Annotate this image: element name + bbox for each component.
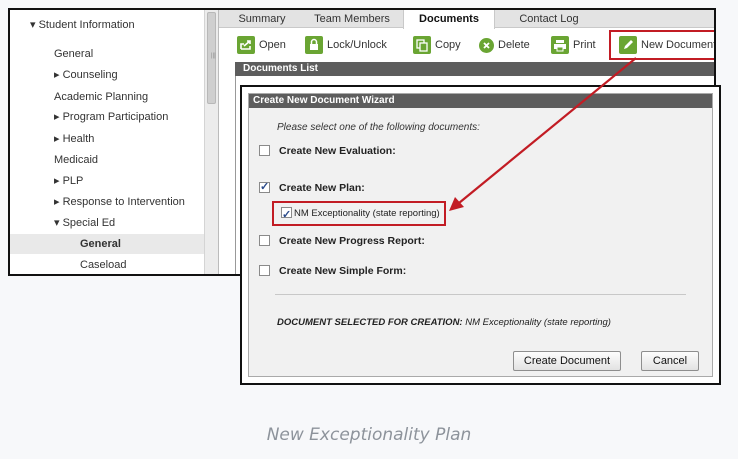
arrow-head	[449, 197, 464, 211]
arrow-line	[458, 57, 637, 204]
callout-arrow	[449, 57, 637, 211]
figure-caption: New Exceptionality Plan	[266, 425, 472, 445]
